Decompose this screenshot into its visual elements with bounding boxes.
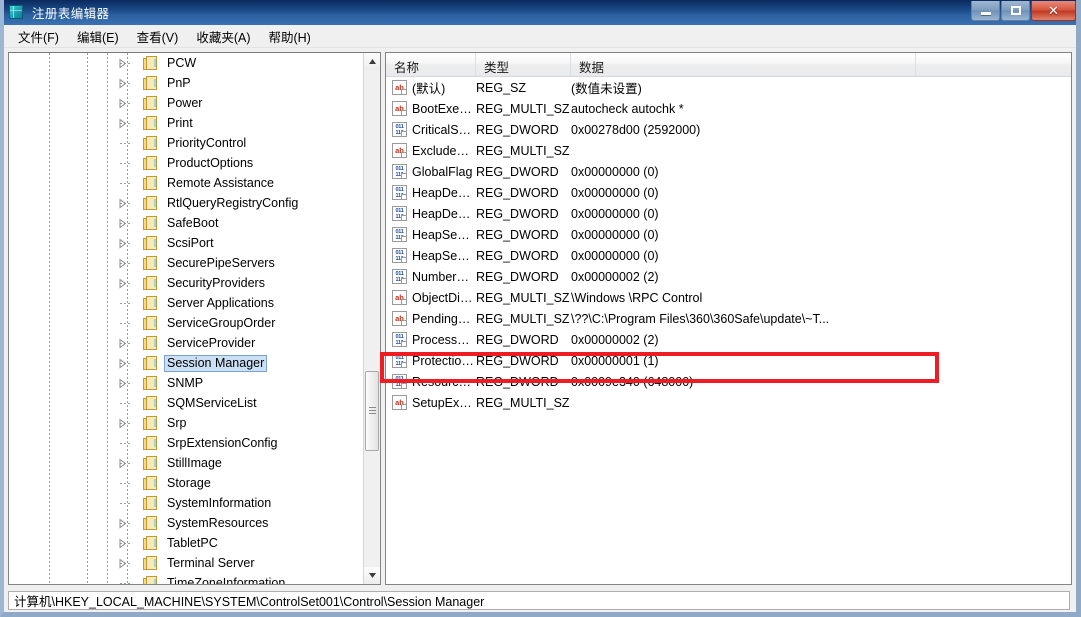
registry-editor-window: 注册表编辑器 ✕ 文件(F) 编辑(E) 查看(V) 收藏夹(A) 帮助(H) PCW P… [0, 0, 1081, 617]
window-border [0, 0, 1081, 617]
